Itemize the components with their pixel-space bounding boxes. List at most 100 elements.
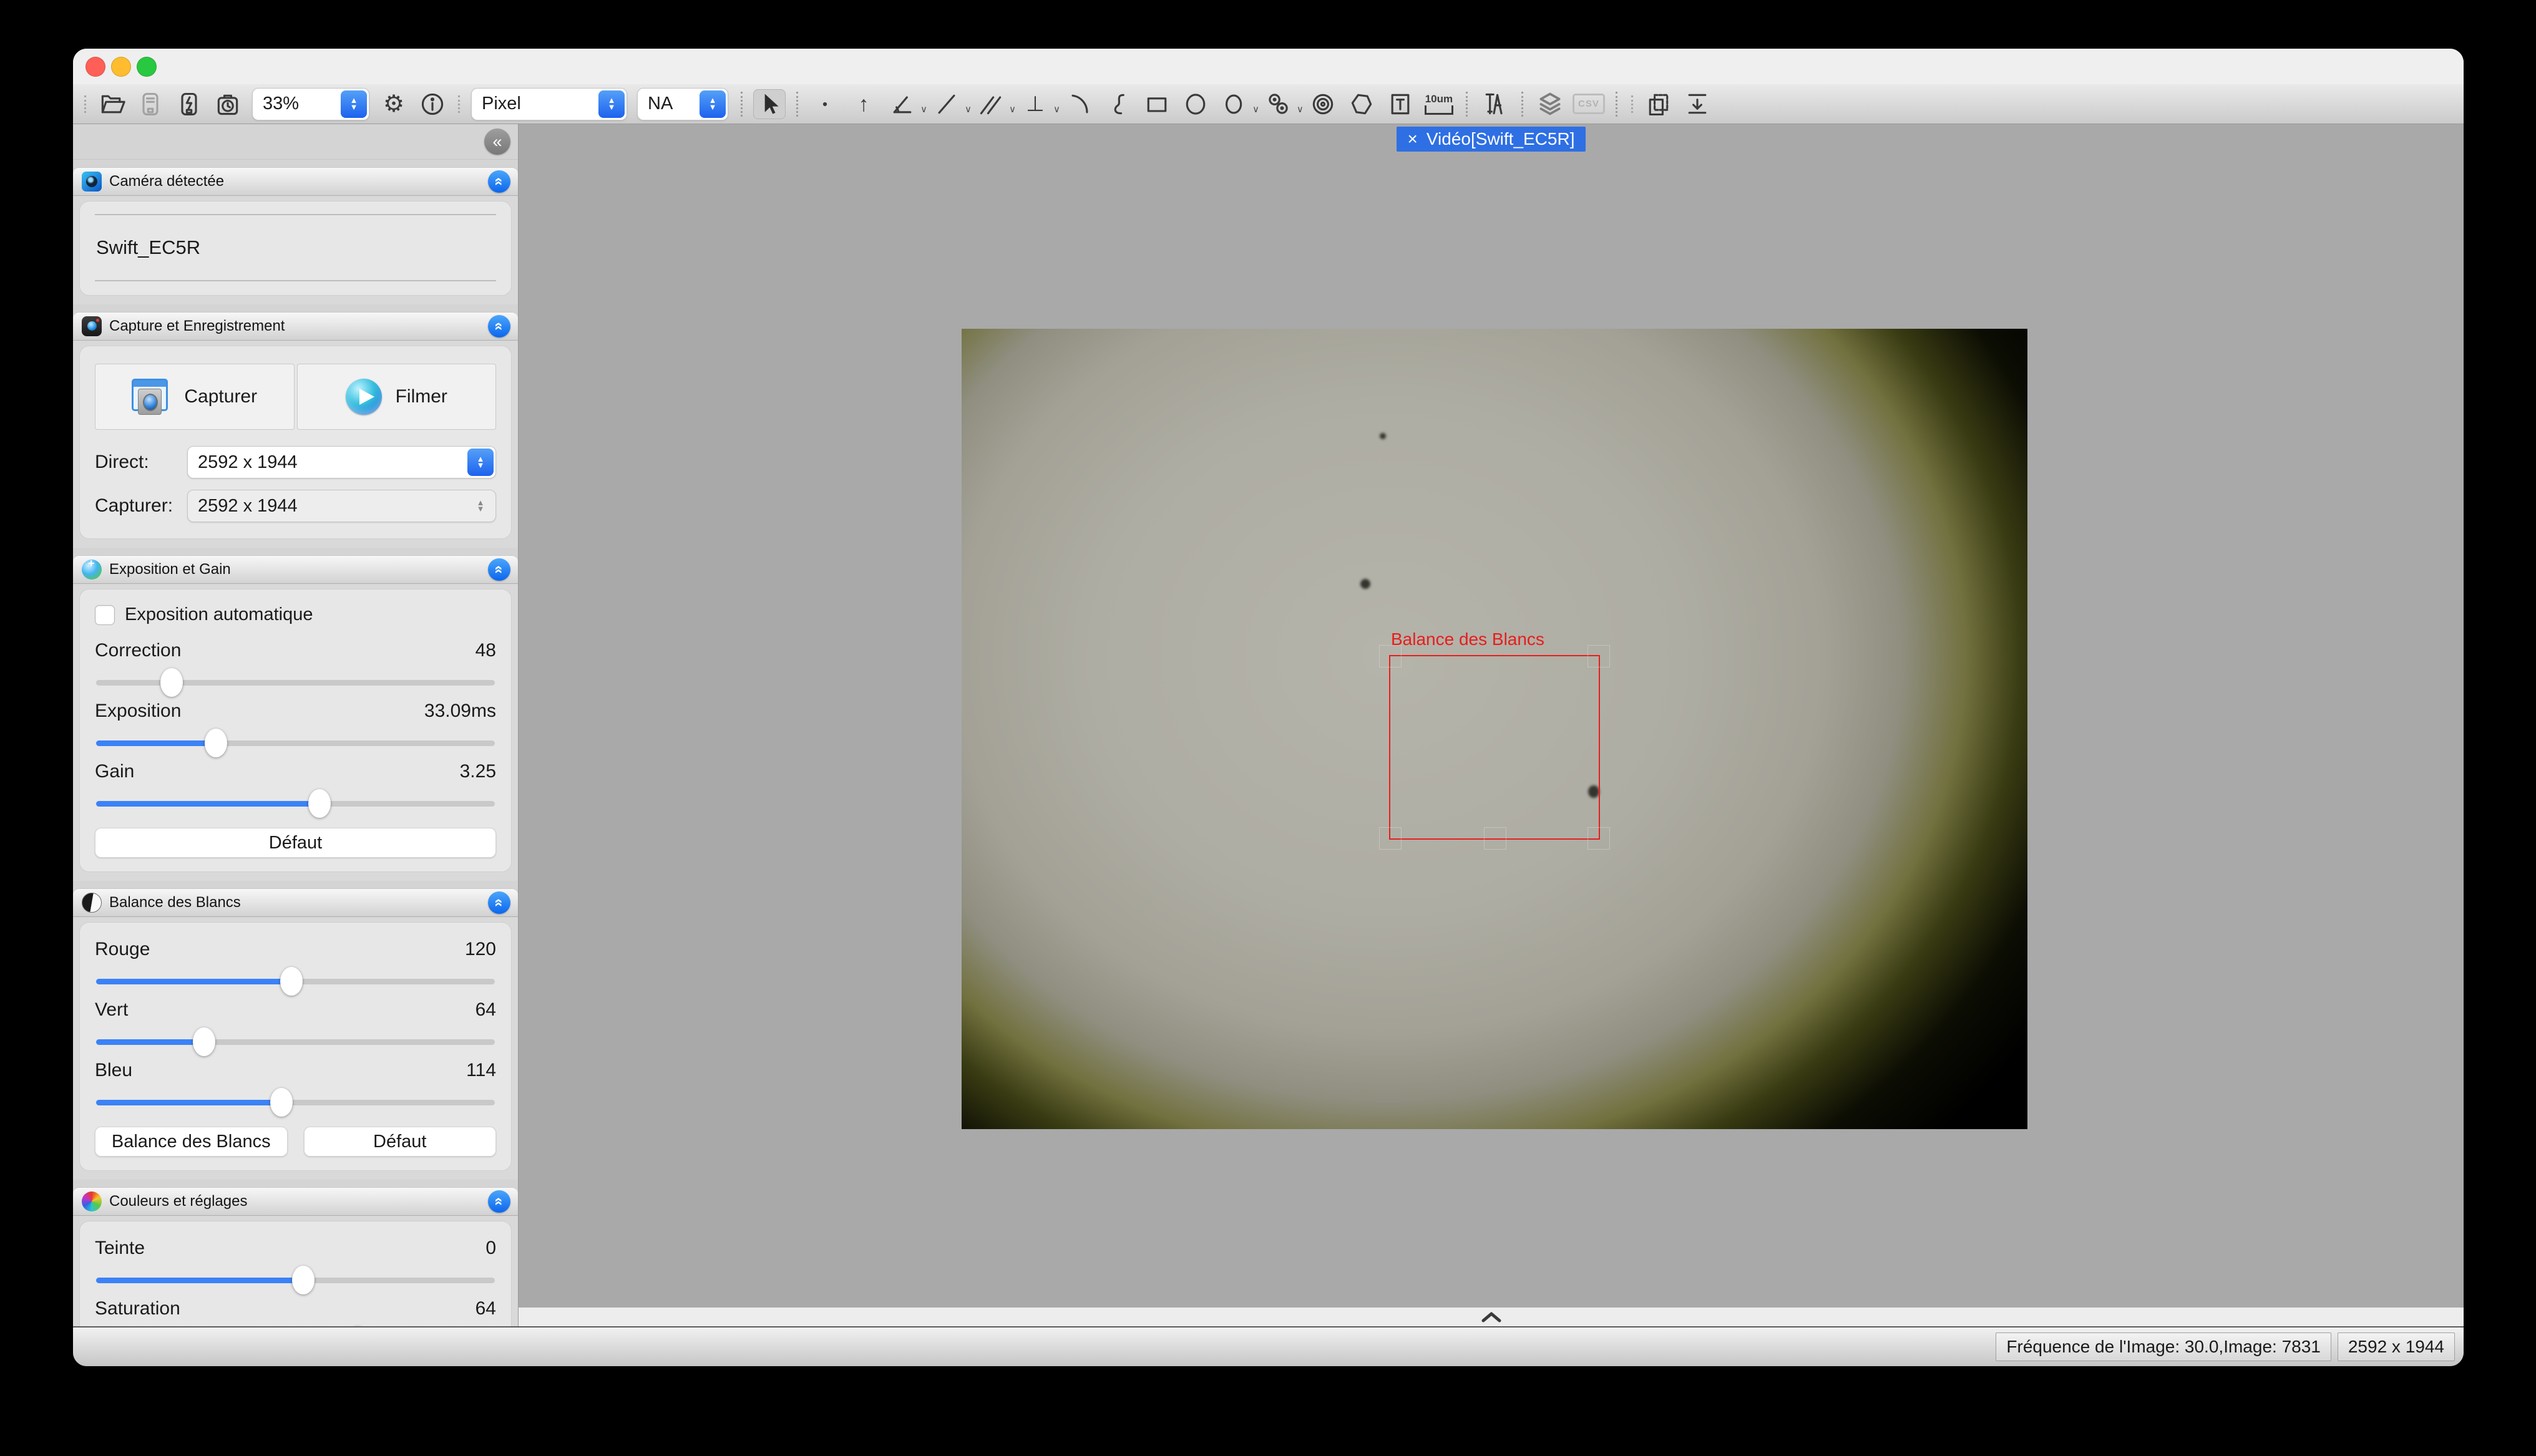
two-circles-icon	[1265, 90, 1292, 118]
chevron-down-icon[interactable]: ∨	[1053, 104, 1060, 115]
perpendicular-tool-button[interactable]: ⊥	[1019, 89, 1051, 119]
record-button[interactable]: Filmer	[297, 364, 497, 430]
exposure-default-button[interactable]: Défaut	[95, 828, 496, 858]
double-chevron-up-icon: «	[490, 565, 508, 573]
live-resolution-select[interactable]: 2592 x 1944 ▲▼	[187, 446, 496, 478]
correction-slider[interactable]	[96, 680, 495, 686]
camera-icon	[82, 316, 102, 336]
capture-button[interactable]: Capturer	[95, 364, 295, 430]
collapse-panel-button[interactable]: «	[488, 558, 510, 581]
copy-icon	[1645, 90, 1672, 118]
zoom-select[interactable]: 33% ▲▼	[252, 88, 369, 120]
auto-exposure-checkbox[interactable]	[95, 605, 115, 625]
close-tab-icon[interactable]: ×	[1408, 130, 1418, 148]
collapse-panel-button[interactable]: «	[488, 315, 510, 337]
measurements-button[interactable]	[1478, 89, 1511, 119]
open-file-button[interactable]	[95, 89, 128, 119]
layers-button[interactable]	[1534, 89, 1566, 119]
collapse-sidebar-button[interactable]: «	[484, 129, 510, 155]
chevron-down-icon[interactable]: ∨	[920, 104, 927, 115]
time-lapse-button[interactable]	[212, 89, 244, 119]
stepper-icon[interactable]: ▲▼	[341, 90, 367, 118]
arrow-tool-button[interactable]: ↑	[847, 89, 880, 119]
gain-slider[interactable]	[96, 801, 495, 807]
unit-select[interactable]: Pixel ▲▼	[471, 88, 627, 120]
scale-bar-tool-button[interactable]: 10um	[1423, 89, 1455, 119]
angle-tool-button[interactable]	[886, 89, 919, 119]
copy-button[interactable]	[1642, 89, 1675, 119]
chevron-down-icon[interactable]: ∨	[965, 104, 972, 115]
snap-resolution-select[interactable]: 2592 x 1944 ▲▼	[187, 490, 496, 522]
collapse-panel-button[interactable]: «	[488, 891, 510, 914]
point-tool-button[interactable]	[809, 89, 841, 119]
parallel-lines-tool-button[interactable]	[975, 89, 1007, 119]
polygon-tool-button[interactable]	[1345, 89, 1378, 119]
stepper-icon[interactable]: ▲▼	[598, 90, 625, 118]
vert-slider[interactable]	[96, 1039, 495, 1045]
ellipse-tool-button[interactable]	[1179, 89, 1212, 119]
slider-thumb[interactable]	[270, 1088, 293, 1117]
panel-wb-header[interactable]: Balance des Blancs «	[73, 888, 518, 917]
collapse-panel-button[interactable]: «	[488, 170, 510, 193]
line-tool-button[interactable]	[930, 89, 963, 119]
slider-thumb[interactable]	[292, 1266, 315, 1294]
rouge-slider[interactable]	[96, 979, 495, 984]
minimize-window-button[interactable]	[111, 57, 131, 77]
settings-button[interactable]: ⚙	[378, 89, 410, 119]
slider-thumb[interactable]	[280, 967, 303, 996]
annulus-tool-button[interactable]	[1262, 89, 1295, 119]
resize-handle[interactable]	[1379, 645, 1402, 667]
bottom-panel-expander[interactable]	[519, 1308, 2464, 1326]
slider-thumb[interactable]	[205, 729, 227, 757]
slider-rouge: Rouge 120	[95, 939, 496, 984]
slider-thumb[interactable]	[193, 1027, 215, 1056]
target-icon	[1309, 90, 1337, 118]
save-flash-icon	[175, 90, 203, 118]
circle-tool-button[interactable]	[1218, 89, 1251, 119]
chevron-down-icon[interactable]: ∨	[1009, 104, 1016, 115]
arc-tool-button[interactable]	[1063, 89, 1096, 119]
concentric-circles-tool-button[interactable]	[1307, 89, 1339, 119]
toolbar-separator	[1466, 92, 1468, 117]
angle-icon	[889, 90, 916, 118]
close-window-button[interactable]	[85, 57, 105, 77]
resize-handle[interactable]	[1587, 645, 1610, 667]
live-video-frame[interactable]: Balance des Blancs	[962, 329, 2027, 1129]
quick-save-button[interactable]	[173, 89, 205, 119]
layers-icon	[1536, 90, 1564, 118]
zoom-window-button[interactable]	[137, 57, 157, 77]
white-balance-roi-rect[interactable]	[1389, 655, 1600, 840]
stepper-icon[interactable]: ▲▼	[700, 90, 726, 118]
panel-colors-header[interactable]: Couleurs et réglages «	[73, 1187, 518, 1216]
panel-camera-header[interactable]: Caméra détectée «	[73, 167, 518, 196]
slider-thumb[interactable]	[160, 668, 183, 697]
curve-tool-button[interactable]	[1102, 89, 1134, 119]
video-tab[interactable]: × Vidéo[Swift_EC5R]	[1397, 127, 1586, 152]
chevron-down-icon[interactable]: ∨	[1252, 104, 1259, 115]
toolbar-separator	[1521, 92, 1523, 117]
bleu-slider[interactable]	[96, 1100, 495, 1105]
na-select[interactable]: NA ▲▼	[637, 88, 728, 120]
video-canvas[interactable]: × Vidéo[Swift_EC5R] Balance des Blancs	[519, 124, 2464, 1308]
text-tool-button[interactable]	[1384, 89, 1417, 119]
resize-handle[interactable]	[1587, 827, 1610, 850]
collapse-panel-button[interactable]: «	[488, 1190, 510, 1213]
white-balance-button[interactable]: Balance des Blancs	[95, 1127, 288, 1157]
export-image-button[interactable]	[1681, 89, 1714, 119]
status-bar: Fréquence de l'Image: 30.0,Image: 7831 2…	[73, 1326, 2464, 1366]
info-button[interactable]	[416, 89, 449, 119]
panel-exposure-header[interactable]: Exposition et Gain «	[73, 555, 518, 584]
stepper-icon[interactable]: ▲▼	[467, 449, 494, 476]
rectangle-tool-button[interactable]	[1141, 89, 1173, 119]
panel-capture-header[interactable]: Capture et Enregistrement «	[73, 312, 518, 341]
teinte-slider[interactable]	[96, 1278, 495, 1283]
resize-handle[interactable]	[1484, 827, 1506, 850]
pointer-tool-button[interactable]	[753, 89, 786, 119]
wb-default-button[interactable]: Défaut	[304, 1127, 497, 1157]
exposition-slider[interactable]	[96, 740, 495, 746]
sidebar-top-strip: «	[73, 124, 518, 160]
chevron-down-icon[interactable]: ∨	[1297, 104, 1304, 115]
camera-name[interactable]: Swift_EC5R	[80, 215, 511, 280]
resize-handle[interactable]	[1379, 827, 1402, 850]
slider-thumb[interactable]	[308, 789, 331, 818]
